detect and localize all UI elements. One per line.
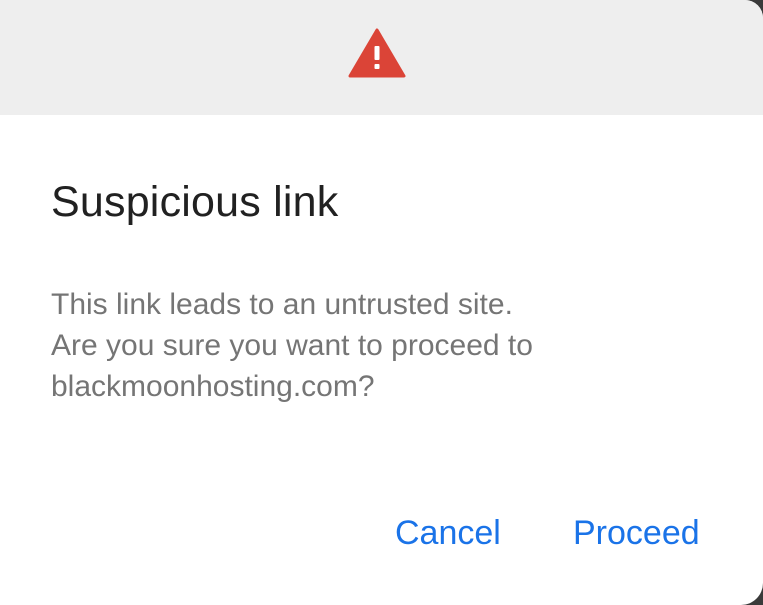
dialog-header	[0, 0, 763, 115]
dialog-title: Suspicious link	[51, 178, 339, 226]
cancel-button[interactable]: Cancel	[395, 514, 501, 553]
warning-triangle-icon	[348, 28, 406, 78]
message-line: This link leads to an untrusted site.	[51, 288, 513, 321]
dialog-message: This link leads to an untrusted site. Ar…	[51, 284, 711, 407]
suspicious-link-dialog: Suspicious link This link leads to an un…	[0, 0, 763, 605]
proceed-button[interactable]: Proceed	[573, 514, 700, 553]
message-line: blackmoonhosting.com?	[51, 370, 375, 403]
message-line: Are you sure you want to proceed to	[51, 329, 533, 362]
